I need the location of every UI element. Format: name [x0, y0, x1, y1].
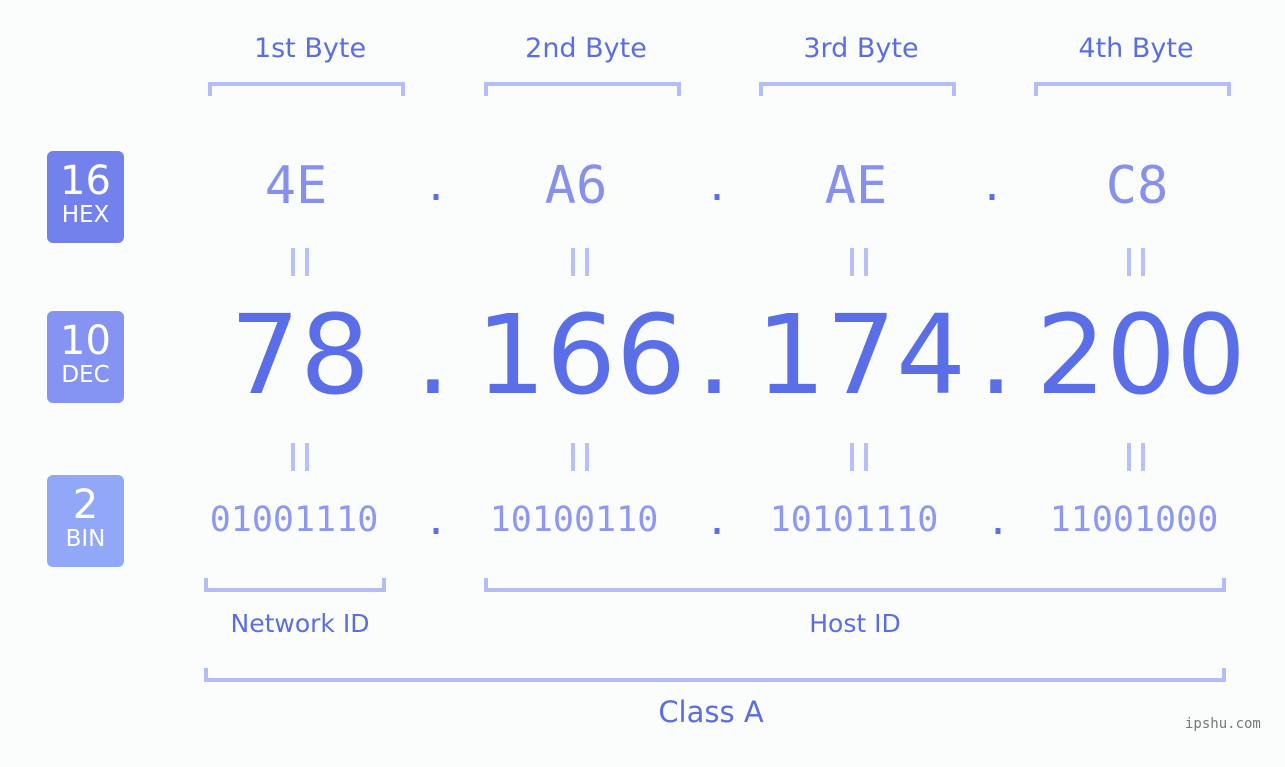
bin-badge-label: BIN [65, 526, 106, 552]
bin-byte-1: 01001110 [209, 500, 379, 540]
host-id-bracket [484, 578, 1226, 592]
bin-dot-2: . [704, 498, 730, 544]
dec-badge: 10 DEC [47, 311, 124, 403]
byte-bracket-1 [208, 82, 405, 96]
network-id-bracket [204, 578, 386, 592]
dec-dot-2: . [696, 291, 732, 419]
dec-dot-1: . [415, 291, 451, 419]
byte-label-2: 2nd Byte [525, 33, 647, 64]
watermark: ipshu.com [1185, 716, 1261, 732]
bin-byte-2: 10100110 [489, 500, 659, 540]
bin-badge-base: 2 [72, 482, 99, 528]
equals-icon [291, 443, 309, 471]
equals-icon [1127, 443, 1145, 471]
hex-badge-base: 16 [60, 158, 111, 204]
bin-byte-3: 10101110 [769, 500, 939, 540]
dec-badge-base: 10 [60, 318, 111, 364]
equals-icon [291, 248, 309, 276]
network-id-label: Network ID [230, 609, 370, 638]
equals-icon [571, 443, 589, 471]
bin-dot-1: . [423, 498, 449, 544]
class-label: Class A [658, 695, 764, 729]
byte-bracket-2 [484, 82, 681, 96]
equals-icon [850, 443, 868, 471]
hex-byte-4: C8 [1105, 156, 1169, 216]
hex-badge-label: HEX [61, 202, 110, 228]
hex-dot-3: . [979, 164, 1005, 210]
byte-bracket-4 [1034, 82, 1231, 96]
bin-dot-3: . [985, 498, 1011, 544]
dec-byte-2: 166 [476, 291, 686, 419]
byte-label-1: 1st Byte [253, 33, 367, 64]
class-bracket [204, 668, 1226, 682]
equals-icon [1127, 248, 1145, 276]
dec-dot-3: . [978, 291, 1014, 419]
hex-dot-2: . [704, 164, 730, 210]
equals-icon [850, 248, 868, 276]
bin-byte-4: 11001000 [1049, 500, 1219, 540]
hex-dot-1: . [423, 164, 449, 210]
byte-bracket-3 [759, 82, 956, 96]
hex-byte-3: AE [824, 156, 888, 216]
hex-byte-1: 4E [264, 156, 328, 216]
hex-byte-2: A6 [544, 156, 608, 216]
hex-badge: 16 HEX [47, 151, 124, 243]
dec-badge-label: DEC [61, 362, 110, 388]
dec-byte-1: 78 [230, 291, 370, 419]
dec-byte-4: 200 [1036, 291, 1246, 419]
byte-label-3: 3rd Byte [803, 33, 919, 64]
byte-label-4: 4th Byte [1078, 33, 1194, 64]
dec-byte-3: 174 [756, 291, 966, 419]
equals-icon [571, 248, 589, 276]
bin-badge: 2 BIN [47, 475, 124, 567]
host-id-label: Host ID [809, 609, 901, 638]
